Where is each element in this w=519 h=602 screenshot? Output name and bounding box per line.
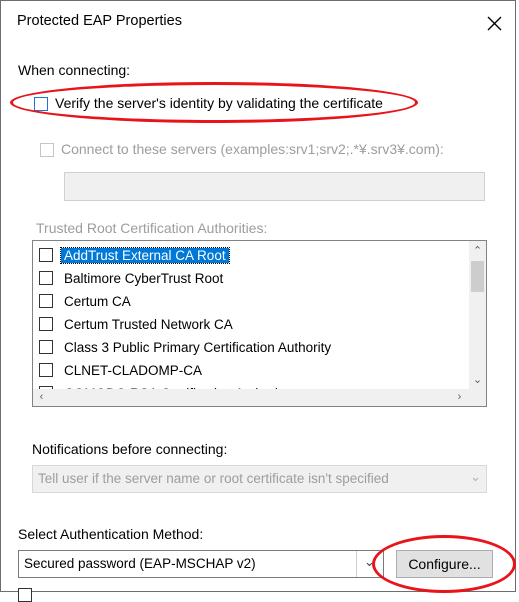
list-item-checkbox[interactable] xyxy=(39,363,53,377)
chevron-down-icon: ⌄ xyxy=(470,469,481,484)
list-item[interactable]: Class 3 Public Primary Certification Aut… xyxy=(39,336,334,358)
highlight-annotation-configure xyxy=(372,535,516,593)
scroll-up-icon[interactable]: ⌃ xyxy=(469,243,486,260)
list-item-checkbox[interactable] xyxy=(39,340,53,354)
servers-input[interactable] xyxy=(64,172,485,201)
scrollbar-corner xyxy=(469,389,486,406)
when-connecting-label: When connecting: xyxy=(18,62,131,78)
horizontal-scrollbar[interactable]: ‹ › xyxy=(33,389,469,406)
trusted-roots-list[interactable]: AddTrust External CA Root Baltimore Cybe… xyxy=(32,240,487,407)
auth-method-select[interactable]: Secured password (EAP-MSCHAP v2) ⌄ xyxy=(18,550,384,578)
close-icon xyxy=(487,16,502,31)
scroll-thumb[interactable] xyxy=(471,261,484,292)
notifications-select-value: Tell user if the server name or root cer… xyxy=(38,471,389,486)
list-item-label: Certum CA xyxy=(64,293,131,309)
list-item-label: CLNET-CLADOMP-CA xyxy=(64,362,203,378)
notifications-select[interactable]: Tell user if the server name or root cer… xyxy=(32,465,487,493)
list-item-label: Baltimore CyberTrust Root xyxy=(64,270,224,286)
trusted-roots-label: Trusted Root Certification Authorities: xyxy=(36,220,268,236)
vertical-scrollbar[interactable]: ⌃ ⌄ xyxy=(469,241,486,389)
auth-method-label: Select Authentication Method: xyxy=(18,526,204,542)
auth-method-select-value: Secured password (EAP-MSCHAP v2) xyxy=(24,556,256,571)
list-item-label: Certum Trusted Network CA xyxy=(64,316,233,332)
list-item-checkbox[interactable] xyxy=(39,294,53,308)
scroll-right-icon[interactable]: › xyxy=(451,389,468,406)
list-item-checkbox[interactable] xyxy=(39,317,53,331)
list-item[interactable]: Certum Trusted Network CA xyxy=(39,313,236,335)
dialog-title: Protected EAP Properties xyxy=(17,13,182,29)
list-item[interactable]: Baltimore CyberTrust Root xyxy=(39,267,226,289)
notifications-label: Notifications before connecting: xyxy=(32,441,228,457)
list-item-checkbox[interactable] xyxy=(39,248,53,262)
list-item-label: AddTrust External CA Root xyxy=(60,246,230,264)
list-item-checkbox[interactable] xyxy=(39,271,53,285)
list-item[interactable]: Certum CA xyxy=(39,290,134,312)
highlight-annotation-verify xyxy=(10,82,418,123)
list-item-label: Class 3 Public Primary Certification Aut… xyxy=(64,339,332,355)
list-item[interactable]: AddTrust External CA Root xyxy=(39,244,230,266)
scroll-left-icon[interactable]: ‹ xyxy=(33,389,50,406)
partially-visible-checkbox[interactable] xyxy=(18,588,32,602)
close-button[interactable] xyxy=(480,8,508,36)
connect-servers-checkbox[interactable] xyxy=(40,143,54,157)
list-item[interactable]: CLNET-CLADOMP-CA xyxy=(39,359,205,381)
scroll-down-icon[interactable]: ⌄ xyxy=(469,372,486,389)
connect-servers-label: Connect to these servers (examples:srv1;… xyxy=(61,141,444,157)
